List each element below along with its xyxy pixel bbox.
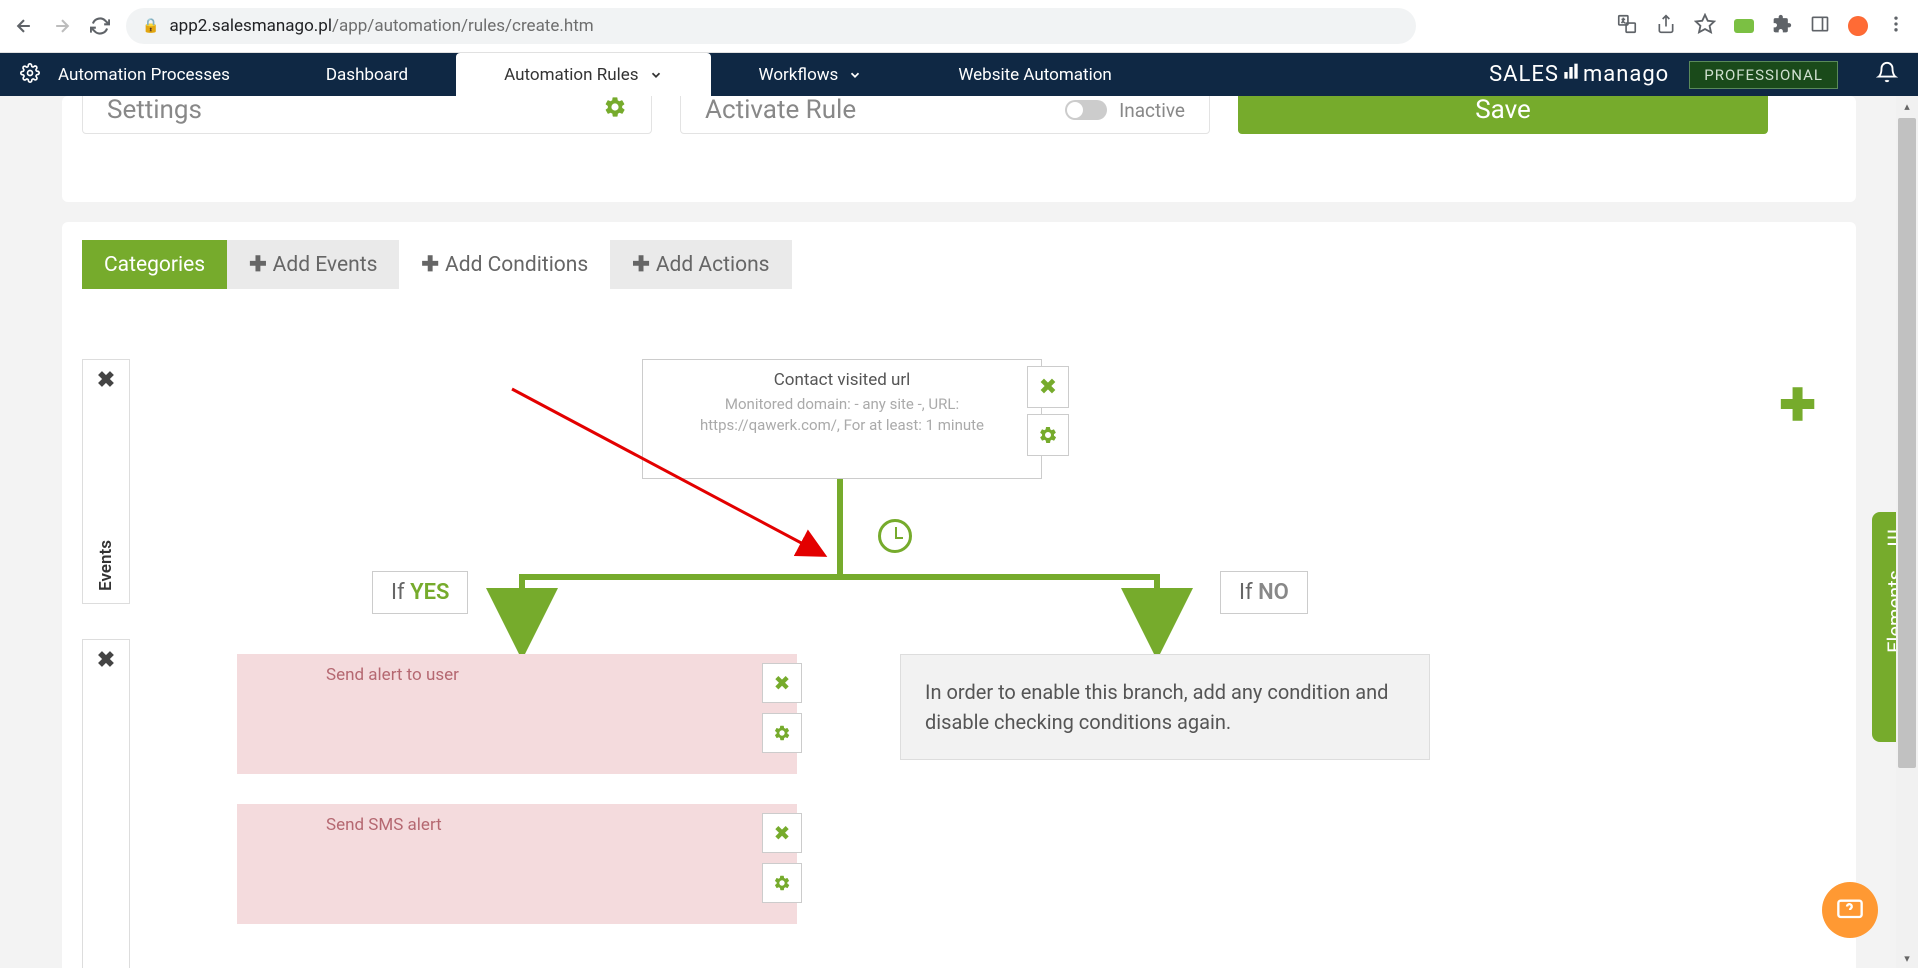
delete-node-button[interactable]: ✖ bbox=[1027, 366, 1069, 408]
scrollbar-thumb[interactable] bbox=[1898, 118, 1916, 768]
tab-add-actions[interactable]: ✚Add Actions bbox=[610, 240, 791, 289]
events-rail-label: Events bbox=[96, 540, 116, 591]
add-node-button[interactable]: ✚ bbox=[1779, 379, 1816, 431]
plus-icon: ✚ bbox=[249, 252, 267, 277]
extension-green-icon[interactable] bbox=[1734, 19, 1754, 33]
plus-icon: ✚ bbox=[632, 252, 650, 277]
tab-categories[interactable]: Categories bbox=[82, 240, 227, 289]
clock-icon[interactable] bbox=[878, 519, 912, 553]
brand-logo: SALESmanago bbox=[1489, 62, 1669, 88]
scroll-up-arrow[interactable]: ▴ bbox=[1896, 96, 1918, 116]
configure-node-button[interactable] bbox=[1027, 414, 1069, 456]
action-title: Send SMS alert bbox=[238, 805, 796, 835]
plus-icon: ✚ bbox=[421, 252, 439, 277]
configure-action-button[interactable] bbox=[762, 713, 802, 753]
inactive-label: Inactive bbox=[1119, 99, 1185, 122]
delete-action-button[interactable]: ✖ bbox=[762, 663, 802, 703]
flow-canvas: ✖ Events ✖ Actions ✚ Contact visited url… bbox=[62, 289, 1856, 968]
rule-builder-card: Categories ✚Add Events ✚Add Conditions ✚… bbox=[62, 222, 1856, 968]
settings-label: Settings bbox=[107, 96, 202, 125]
event-subtitle: Monitored domain: - any site -, URL: htt… bbox=[661, 394, 1023, 436]
action-node-alert[interactable]: Send alert to user ✖ bbox=[237, 654, 797, 774]
settings-gear-icon[interactable] bbox=[20, 63, 40, 87]
close-icon[interactable]: ✖ bbox=[89, 360, 123, 401]
tab-add-events[interactable]: ✚Add Events bbox=[227, 240, 399, 289]
if-yes-label: If YES bbox=[372, 571, 468, 614]
active-toggle[interactable] bbox=[1065, 100, 1107, 120]
settings-box[interactable]: Settings bbox=[82, 96, 652, 134]
configure-action-button[interactable] bbox=[762, 863, 802, 903]
menu-icon[interactable] bbox=[1886, 14, 1906, 38]
help-button[interactable] bbox=[1822, 882, 1878, 938]
no-branch-message: In order to enable this branch, add any … bbox=[900, 654, 1430, 760]
action-node-sms[interactable]: Send SMS alert ✖ bbox=[237, 804, 797, 924]
plan-badge: PROFESSIONAL bbox=[1689, 61, 1838, 89]
share-icon[interactable] bbox=[1656, 14, 1676, 38]
events-rail: ✖ Events bbox=[82, 359, 130, 604]
event-node[interactable]: Contact visited url Monitored domain: - … bbox=[642, 359, 1042, 479]
action-title: Send alert to user bbox=[238, 655, 796, 685]
nav-website-automation[interactable]: Website Automation bbox=[910, 53, 1159, 96]
vertical-scrollbar[interactable]: ▴ ▾ bbox=[1896, 96, 1918, 968]
page-content: Settings Activate Rule Inactive Save Cat… bbox=[0, 96, 1918, 968]
extensions-icon[interactable] bbox=[1772, 14, 1792, 38]
reload-button[interactable] bbox=[88, 14, 112, 38]
nav-automation-rules[interactable]: Automation Rules bbox=[456, 53, 710, 96]
save-button[interactable]: Save bbox=[1238, 96, 1768, 134]
browser-actions bbox=[1616, 13, 1906, 39]
translate-icon[interactable] bbox=[1616, 13, 1638, 39]
delete-action-button[interactable]: ✖ bbox=[762, 813, 802, 853]
lock-icon: 🔒 bbox=[142, 18, 159, 34]
builder-tabs: Categories ✚Add Events ✚Add Conditions ✚… bbox=[62, 222, 1856, 289]
forward-button[interactable] bbox=[50, 14, 74, 38]
nav-automation-processes[interactable]: Automation Processes bbox=[58, 53, 278, 96]
tab-add-conditions[interactable]: ✚Add Conditions bbox=[399, 240, 610, 289]
bell-icon[interactable] bbox=[1876, 61, 1898, 89]
extension-orange-icon[interactable] bbox=[1848, 16, 1868, 36]
address-bar[interactable]: 🔒 app2.salesmanago.pl/app/automation/rul… bbox=[126, 8, 1416, 44]
star-icon[interactable] bbox=[1694, 13, 1716, 39]
url-text: app2.salesmanago.pl/app/automation/rules… bbox=[169, 16, 593, 36]
actions-rail: ✖ Actions bbox=[82, 639, 130, 968]
rule-header-card: Settings Activate Rule Inactive Save bbox=[62, 96, 1856, 202]
nav-workflows[interactable]: Workflows bbox=[711, 53, 911, 96]
event-title: Contact visited url bbox=[661, 370, 1023, 390]
close-icon[interactable]: ✖ bbox=[89, 640, 123, 681]
if-no-label: If NO bbox=[1220, 571, 1308, 614]
cog-icon[interactable] bbox=[603, 96, 627, 125]
brand: SALESmanago PROFESSIONAL bbox=[1489, 61, 1898, 89]
back-button[interactable] bbox=[12, 14, 36, 38]
panel-icon[interactable] bbox=[1810, 14, 1830, 38]
browser-toolbar: 🔒 app2.salesmanago.pl/app/automation/rul… bbox=[0, 0, 1918, 53]
activate-box: Activate Rule Inactive bbox=[680, 96, 1210, 134]
app-navbar: Automation Processes Dashboard Automatio… bbox=[0, 53, 1918, 96]
nav-dashboard[interactable]: Dashboard bbox=[278, 53, 456, 96]
activate-label: Activate Rule bbox=[705, 96, 856, 125]
scroll-down-arrow[interactable]: ▾ bbox=[1896, 948, 1918, 968]
